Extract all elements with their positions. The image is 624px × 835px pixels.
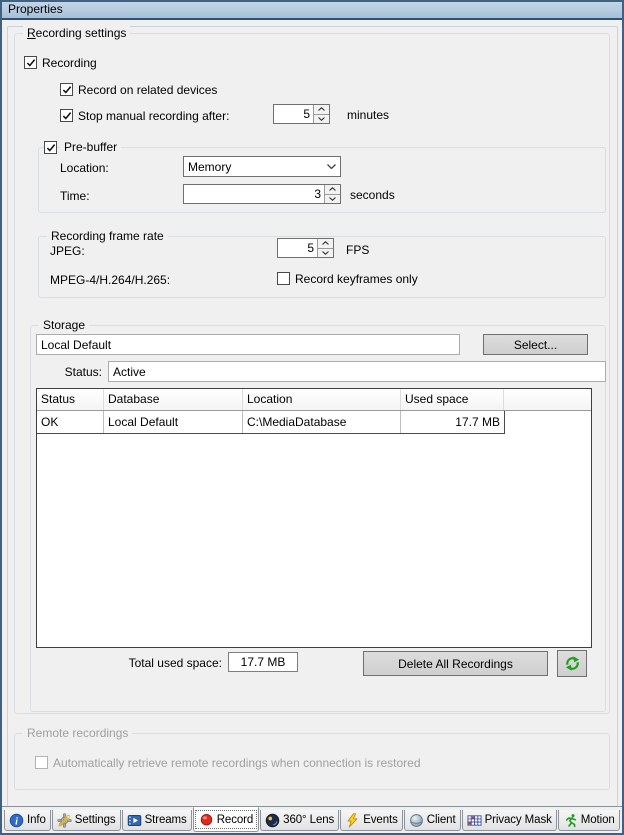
keyframes-label: Record keyframes only <box>295 272 418 287</box>
delete-all-recordings-button[interactable]: Delete All Recordings <box>363 651 548 676</box>
check-icon <box>46 143 56 153</box>
titlebar: Properties <box>0 0 624 20</box>
tab-label: Client <box>427 814 456 826</box>
remote-recordings-label: Remote recordings <box>23 726 132 741</box>
cell-used-space: 17.7 MB <box>401 411 504 433</box>
location-dropdown[interactable]: Memory <box>183 156 341 177</box>
location-label: Location: <box>60 161 109 176</box>
prebuffer-label: Pre-buffer <box>60 140 121 155</box>
info-icon: i <box>9 813 24 828</box>
select-button[interactable]: Select... <box>483 334 588 355</box>
cell-status: OK <box>37 411 104 433</box>
check-icon <box>62 85 72 95</box>
check-icon <box>26 58 36 68</box>
jpeg-fps-value[interactable]: 5 <box>278 239 317 257</box>
tab-label: Events <box>363 814 398 826</box>
frame-rate-label: Recording frame rate <box>47 229 168 244</box>
status-label: Status: <box>40 365 102 380</box>
auto-retrieve-checkbox <box>35 756 48 769</box>
stop-manual-label: Stop manual recording after: <box>78 109 229 124</box>
tab-settings[interactable]: Settings <box>52 810 121 831</box>
time-spinner[interactable]: 3 <box>183 184 341 204</box>
refresh-icon <box>564 655 581 672</box>
properties-window: Properties Recording settings Recording … <box>0 0 624 835</box>
page-title: Properties <box>8 2 63 16</box>
location-value: Memory <box>184 160 323 174</box>
tab-label: Motion <box>581 814 615 826</box>
stop-manual-spinner[interactable]: 5 <box>273 104 330 124</box>
storage-table: Status Database Location Used space OK L… <box>36 388 592 648</box>
spin-down-button[interactable] <box>325 194 340 204</box>
mpeg-label: MPEG-4/H.264/H.265: <box>50 273 170 288</box>
tab-label: Record <box>217 814 253 826</box>
gear-wrench-icon <box>57 813 72 828</box>
check-icon <box>62 111 72 121</box>
total-used-space-value: 17.7 MB <box>228 652 298 672</box>
tab-motion[interactable]: Motion <box>558 810 620 831</box>
jpeg-fps-spinner[interactable]: 5 <box>277 238 334 258</box>
svg-text:i: i <box>15 816 18 827</box>
time-label: Time: <box>60 189 90 204</box>
sphere-icon <box>409 813 424 828</box>
total-used-space-label: Total used space: <box>100 656 222 671</box>
lens-icon <box>265 813 280 828</box>
grid-mask-icon <box>467 813 482 828</box>
prebuffer-checkbox[interactable] <box>44 141 57 154</box>
filmstrip-play-icon <box>127 813 142 828</box>
stop-manual-unit: minutes <box>347 108 389 123</box>
tab-streams[interactable]: Streams <box>122 810 192 831</box>
time-unit: seconds <box>350 188 395 203</box>
tab-label: Privacy Mask <box>485 814 552 826</box>
refresh-button[interactable] <box>557 650 587 677</box>
storage-name-field[interactable]: Local Default <box>36 334 460 355</box>
jpeg-label: JPEG: <box>50 244 85 259</box>
lightning-icon <box>345 813 360 828</box>
cell-location: C:\MediaDatabase <box>243 411 401 433</box>
column-header-used-space[interactable]: Used space <box>401 389 504 410</box>
storage-label: Storage <box>39 318 89 333</box>
spinner-buttons <box>317 239 333 257</box>
column-header-location[interactable]: Location <box>243 389 401 410</box>
jpeg-unit: FPS <box>346 243 369 258</box>
column-header-filler <box>504 389 591 410</box>
tab-label: Streams <box>145 814 187 826</box>
tab-label: Settings <box>75 814 116 826</box>
tab-record[interactable]: Record <box>193 807 259 832</box>
tab-360-lens[interactable]: 360° Lens <box>260 810 339 831</box>
tab-label: 360° Lens <box>283 814 334 826</box>
spinner-buttons <box>324 185 340 203</box>
stop-manual-value[interactable]: 5 <box>274 105 313 123</box>
spinner-buttons <box>313 105 329 123</box>
tab-privacy-mask[interactable]: Privacy Mask <box>462 810 557 831</box>
auto-retrieve-label: Automatically retrieve remote recordings… <box>53 756 421 771</box>
running-man-icon <box>563 813 578 828</box>
tab-events[interactable]: Events <box>340 810 403 831</box>
spin-up-button[interactable] <box>325 185 340 194</box>
column-header-status[interactable]: Status <box>37 389 104 410</box>
stop-manual-checkbox[interactable] <box>60 109 73 122</box>
column-header-database[interactable]: Database <box>104 389 243 410</box>
cell-database: Local Default <box>104 411 243 433</box>
tab-info[interactable]: i Info <box>4 810 51 831</box>
recording-settings-label: Recording settings <box>23 26 130 41</box>
tab-label: Info <box>27 814 46 826</box>
spin-up-button[interactable] <box>314 105 329 114</box>
related-devices-label: Record on related devices <box>78 83 217 98</box>
time-value[interactable]: 3 <box>184 185 324 203</box>
spin-down-button[interactable] <box>314 114 329 124</box>
status-value-field: Active <box>108 361 606 382</box>
keyframes-checkbox[interactable] <box>277 272 290 285</box>
spin-up-button[interactable] <box>318 239 333 248</box>
related-devices-checkbox[interactable] <box>60 83 73 96</box>
spin-down-button[interactable] <box>318 248 333 258</box>
chevron-down-icon[interactable] <box>323 164 340 169</box>
tab-client[interactable]: Client <box>404 810 461 831</box>
recording-checkbox[interactable] <box>24 56 37 69</box>
record-dot-icon <box>199 812 214 827</box>
table-row[interactable]: OK Local Default C:\MediaDatabase 17.7 M… <box>37 411 505 434</box>
recording-checkbox-label: Recording <box>42 56 97 71</box>
table-header: Status Database Location Used space <box>37 389 591 411</box>
tab-bar: i Info Settings <box>4 807 621 834</box>
